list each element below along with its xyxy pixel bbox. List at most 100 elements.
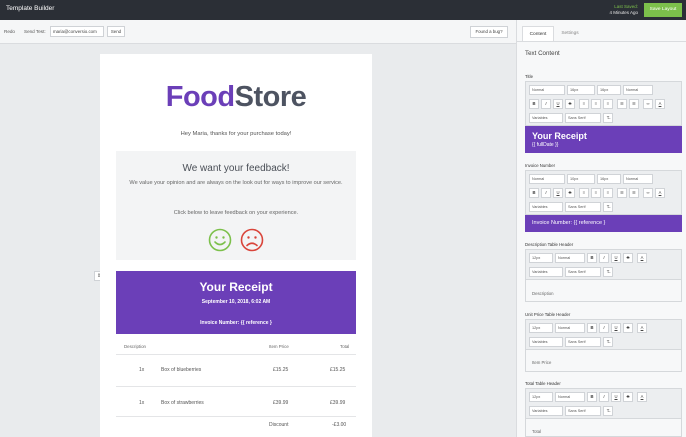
font-size-select[interactable]: 16px bbox=[567, 85, 595, 95]
text-color-icon[interactable]: A bbox=[637, 323, 647, 333]
email-preview: FoodStore Hey Maria, thanks for your pur… bbox=[100, 54, 372, 437]
link-icon[interactable]: ∞ bbox=[643, 188, 653, 198]
style-select[interactable]: Normal bbox=[529, 85, 565, 95]
font-family-select[interactable]: Sans Serif bbox=[565, 202, 601, 212]
italic-icon[interactable]: I bbox=[541, 188, 551, 198]
tab-content[interactable]: Content bbox=[522, 26, 554, 41]
italic-icon[interactable]: I bbox=[599, 392, 609, 402]
send-test-button[interactable]: Send bbox=[107, 26, 125, 37]
variables-select[interactable]: Variables bbox=[529, 337, 563, 347]
greeting-text[interactable]: Hey Maria, thanks for your purchase toda… bbox=[100, 131, 372, 137]
line-height-select[interactable]: 16px bbox=[597, 85, 621, 95]
align-center-icon[interactable]: ≡ bbox=[591, 188, 601, 198]
italic-icon[interactable]: I bbox=[599, 323, 609, 333]
variables-select[interactable]: Variables bbox=[529, 113, 563, 123]
underline-icon[interactable]: U bbox=[553, 188, 563, 198]
align-left-icon[interactable]: ≡ bbox=[579, 188, 589, 198]
invoice-preview-text: Invoice Number: {{ reference } bbox=[532, 220, 606, 226]
strikethrough-icon[interactable]: S bbox=[623, 253, 633, 263]
feedback-block[interactable]: We want your feedback! We value your opi… bbox=[116, 151, 356, 260]
numbered-list-icon[interactable]: ☰ bbox=[629, 99, 639, 109]
total-header-section-label: Total Table Header bbox=[525, 381, 561, 386]
text-color-icon[interactable]: A bbox=[655, 188, 665, 198]
receipt-invoice-number: Invoice Number: {{ reference } bbox=[200, 320, 272, 326]
bold-icon[interactable]: B bbox=[529, 99, 539, 109]
font-family-select[interactable]: Sans Serif bbox=[565, 267, 601, 277]
strikethrough-icon[interactable]: S bbox=[565, 99, 575, 109]
clear-format-icon[interactable]: T̶ bbox=[603, 113, 613, 123]
bold-icon[interactable]: B bbox=[587, 392, 597, 402]
total-format-toolbar: 12px Normal B I U S A Variables Sans Ser… bbox=[525, 388, 682, 419]
invoice-preview-editor[interactable]: Invoice Number: {{ reference } bbox=[525, 215, 682, 232]
align-right-icon[interactable]: ≡ bbox=[603, 99, 613, 109]
align-left-icon[interactable]: ≡ bbox=[579, 99, 589, 109]
sad-face-icon[interactable] bbox=[240, 228, 264, 252]
font-size-select[interactable]: 12px bbox=[529, 253, 553, 263]
underline-icon[interactable]: U bbox=[611, 253, 621, 263]
properties-panel: Content Settings Text Content Title Norm… bbox=[516, 20, 686, 437]
clear-format-icon[interactable]: T̶ bbox=[603, 267, 613, 277]
italic-icon[interactable]: I bbox=[541, 99, 551, 109]
bold-icon[interactable]: B bbox=[529, 188, 539, 198]
letter-spacing-select[interactable]: Normal bbox=[623, 85, 653, 95]
title-preview-editor[interactable]: Your Receipt {{ fullDate }} bbox=[525, 126, 682, 153]
underline-icon[interactable]: U bbox=[553, 99, 563, 109]
style-select[interactable]: Normal bbox=[529, 174, 565, 184]
strikethrough-icon[interactable]: S bbox=[565, 188, 575, 198]
strikethrough-icon[interactable]: S bbox=[623, 323, 633, 333]
title-preview-text: Your Receipt bbox=[532, 131, 587, 141]
strikethrough-icon[interactable]: S bbox=[623, 392, 633, 402]
happy-face-icon[interactable] bbox=[208, 228, 232, 252]
align-center-icon[interactable]: ≡ bbox=[591, 99, 601, 109]
underline-icon[interactable]: U bbox=[611, 392, 621, 402]
row-description: Box of blueberries bbox=[161, 367, 202, 373]
discount-label: Discount bbox=[269, 422, 289, 428]
variables-select[interactable]: Variables bbox=[529, 406, 563, 416]
font-size-select[interactable]: 12px bbox=[529, 323, 553, 333]
receipt-header[interactable]: Your Receipt September 10, 2018, 6:02 AM… bbox=[116, 271, 356, 334]
send-test-email-input[interactable] bbox=[50, 26, 104, 37]
link-icon[interactable]: ∞ bbox=[643, 99, 653, 109]
text-color-icon[interactable]: A bbox=[655, 99, 665, 109]
variables-select[interactable]: Variables bbox=[529, 202, 563, 212]
letter-spacing-select[interactable]: Normal bbox=[555, 323, 585, 333]
font-family-select[interactable]: Sans Serif bbox=[565, 337, 601, 347]
text-color-icon[interactable]: A bbox=[637, 392, 647, 402]
italic-icon[interactable]: I bbox=[599, 253, 609, 263]
table-divider bbox=[116, 416, 356, 417]
numbered-list-icon[interactable]: ☰ bbox=[629, 188, 639, 198]
underline-icon[interactable]: U bbox=[611, 323, 621, 333]
receipt-table[interactable]: Description Item Price Total 1x Box of b… bbox=[116, 334, 356, 437]
description-format-toolbar: 12px Normal B I U S A Variables Sans Ser… bbox=[525, 249, 682, 280]
bullet-list-icon[interactable]: ☰ bbox=[617, 188, 627, 198]
variables-select[interactable]: Variables bbox=[529, 267, 563, 277]
align-right-icon[interactable]: ≡ bbox=[603, 188, 613, 198]
save-layout-button[interactable]: Save Layout bbox=[644, 3, 682, 17]
total-preview-editor[interactable]: Total bbox=[525, 419, 682, 437]
line-height-select[interactable]: 16px bbox=[597, 174, 621, 184]
unit-price-format-toolbar: 12px Normal B I U S A Variables Sans Ser… bbox=[525, 319, 682, 350]
clear-format-icon[interactable]: T̶ bbox=[603, 406, 613, 416]
row-price: £15.25 bbox=[273, 367, 289, 373]
font-family-select[interactable]: Sans Serif bbox=[565, 113, 601, 123]
tab-settings[interactable]: Settings bbox=[555, 26, 585, 41]
letter-spacing-select[interactable]: Normal bbox=[623, 174, 653, 184]
unit-price-preview-editor[interactable]: Item Price bbox=[525, 350, 682, 372]
clear-format-icon[interactable]: T̶ bbox=[603, 337, 613, 347]
font-size-select[interactable]: 12px bbox=[529, 392, 553, 402]
text-color-icon[interactable]: A bbox=[637, 253, 647, 263]
found-bug-button[interactable]: Found a bug? bbox=[470, 26, 508, 38]
row-price: £39.99 bbox=[273, 400, 289, 406]
unit-price-header-section-label: Unit Price Table Header bbox=[525, 312, 571, 317]
redo-button[interactable]: Redo bbox=[4, 29, 15, 34]
font-family-select[interactable]: Sans Serif bbox=[565, 406, 601, 416]
letter-spacing-select[interactable]: Normal bbox=[555, 253, 585, 263]
clear-format-icon[interactable]: T̶ bbox=[603, 202, 613, 212]
letter-spacing-select[interactable]: Normal bbox=[555, 392, 585, 402]
bold-icon[interactable]: B bbox=[587, 253, 597, 263]
row-description: Box of strawberries bbox=[161, 400, 204, 406]
bold-icon[interactable]: B bbox=[587, 323, 597, 333]
bullet-list-icon[interactable]: ☰ bbox=[617, 99, 627, 109]
font-size-select[interactable]: 10px bbox=[567, 174, 595, 184]
description-preview-editor[interactable]: Description bbox=[525, 280, 682, 302]
